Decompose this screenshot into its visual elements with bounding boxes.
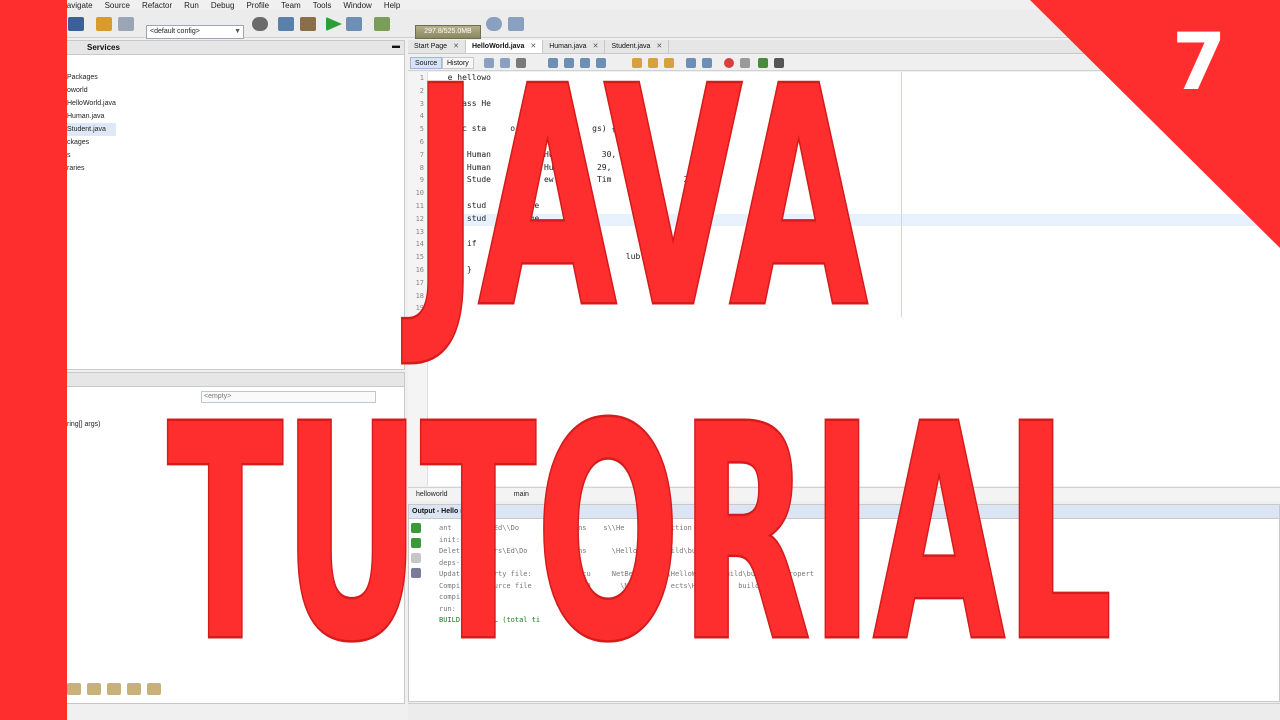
title-overlay: JAVA TUTORIAL [165,0,1280,709]
title-line-tutorial: TUTORIAL [168,362,1113,706]
episode-number: 7 [1172,18,1227,108]
title-line-java: JAVA [401,24,868,373]
corner-red-triangle [1030,0,1280,248]
